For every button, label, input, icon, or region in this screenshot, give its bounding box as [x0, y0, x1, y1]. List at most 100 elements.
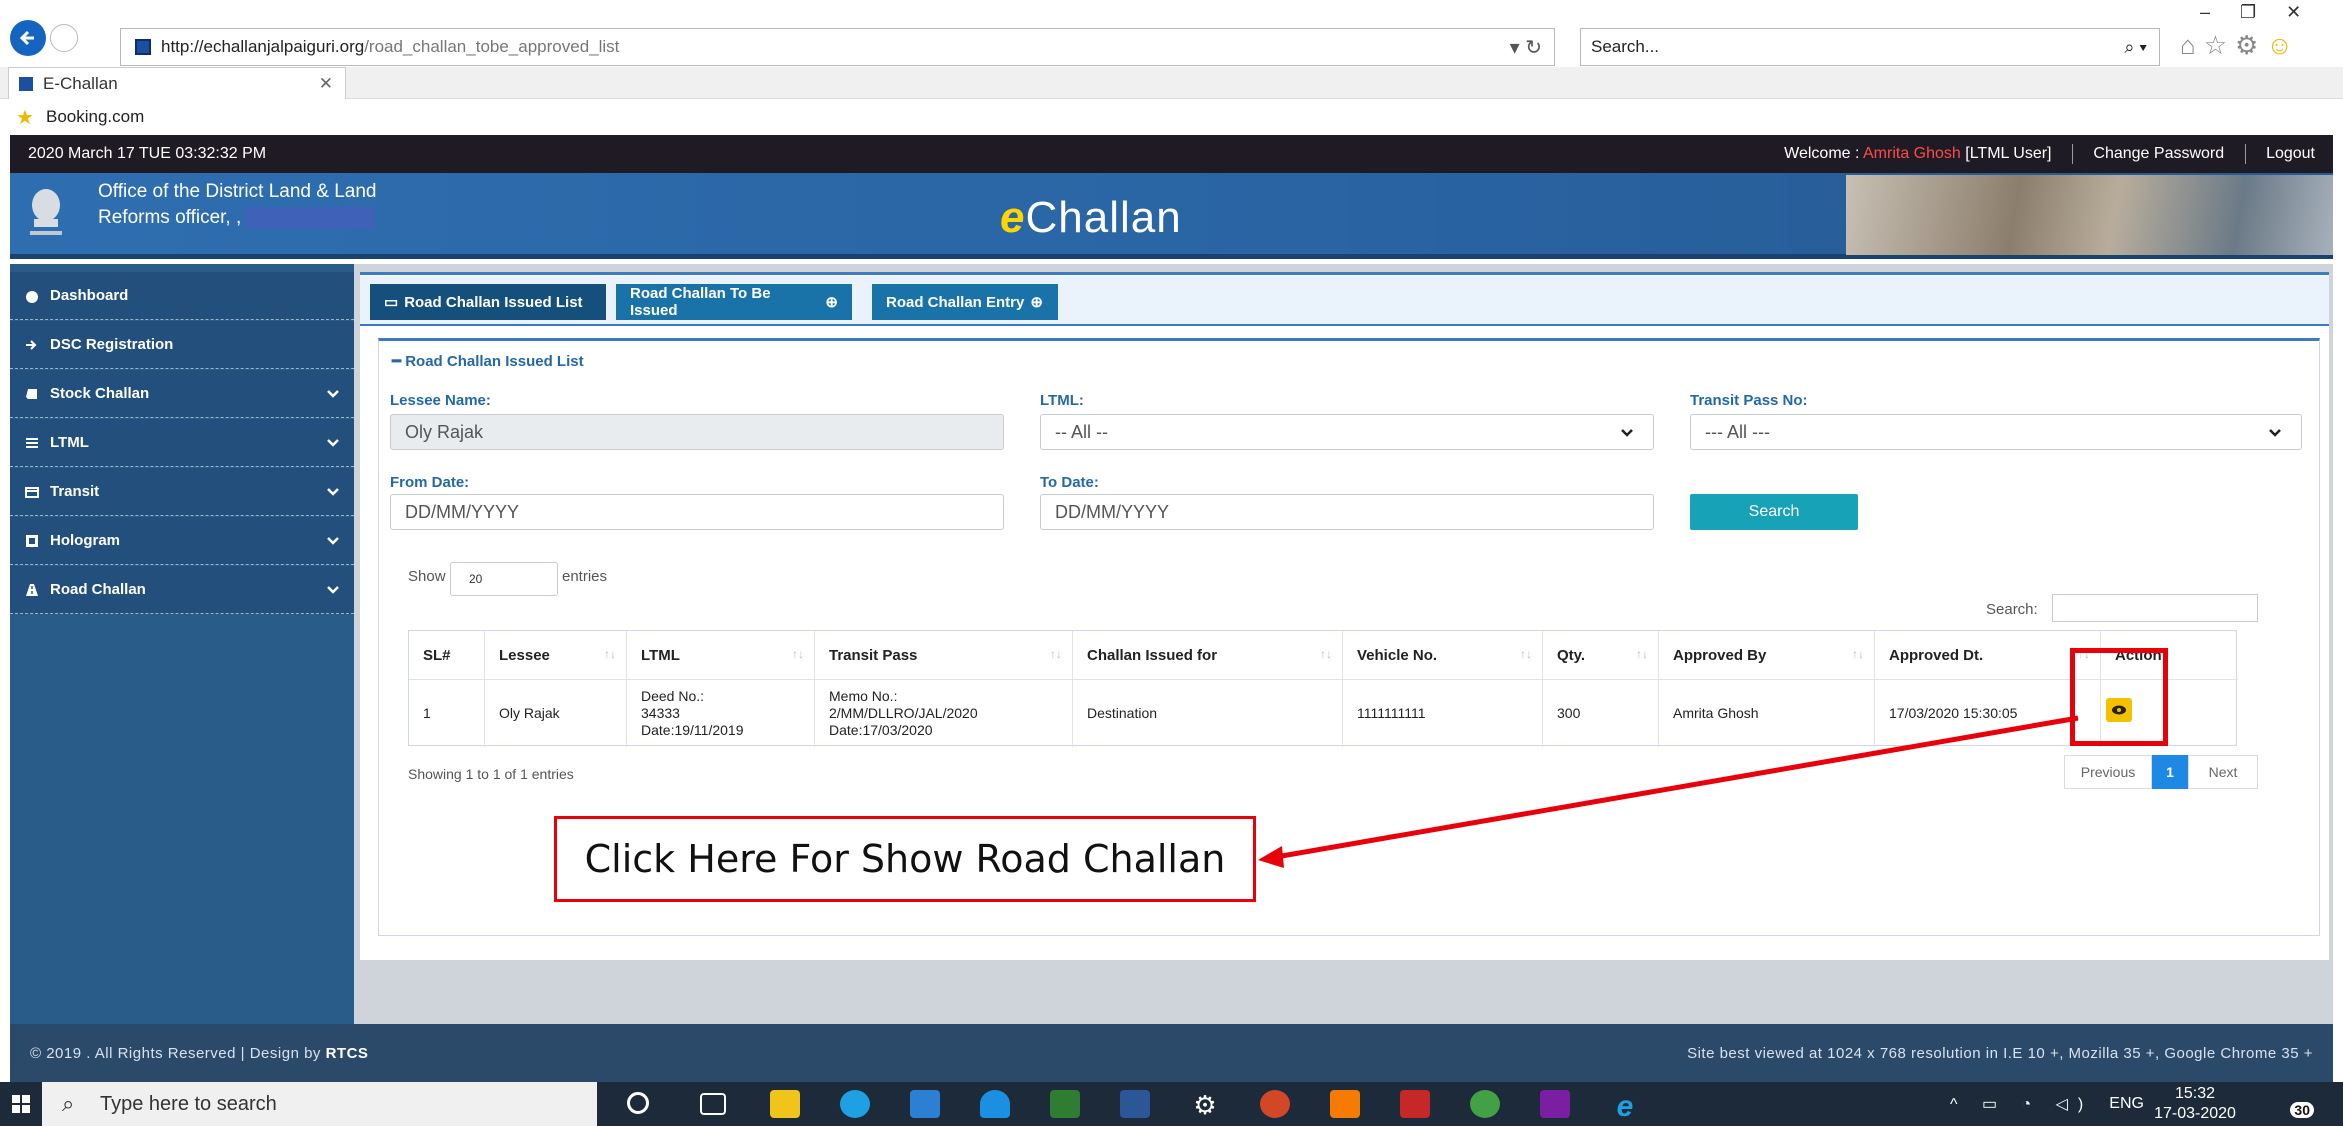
windows-start-button[interactable] [0, 1082, 42, 1126]
road-icon [24, 582, 40, 598]
sidebar-item-label: Transit [50, 483, 100, 500]
file-explorer-icon[interactable] [770, 1090, 800, 1118]
language-indicator[interactable]: ENG [2109, 1095, 2144, 1113]
welcome-text: Welcome : Amrita Ghosh [LTML User] [1784, 145, 2052, 163]
taskbar-search[interactable]: ⌕ Type here to search [42, 1082, 597, 1126]
sidebar-item-transit[interactable]: Transit [10, 468, 354, 516]
previous-page-button[interactable]: Previous [2064, 755, 2152, 789]
sidebar-item-dashboard[interactable]: Dashboard [10, 272, 354, 320]
column-header-approved-by[interactable]: Approved By ↑↓ [1659, 631, 1875, 679]
minimize-icon[interactable]: – [2200, 2, 2240, 22]
entries-label: entries [562, 568, 608, 585]
sidebar-item-stock-challan[interactable]: Stock Challan [10, 370, 354, 418]
to-date-label: To Date: [1040, 474, 1099, 491]
powerpoint-icon[interactable] [1260, 1090, 1290, 1118]
refresh-icon[interactable]: ▾ ↻ [1510, 35, 1542, 60]
search-icon: ⌕ [62, 1091, 75, 1116]
sidebar-item-label: Stock Challan [50, 385, 150, 402]
column-header-vehicle-no[interactable]: Vehicle No. ↑↓ [1343, 631, 1543, 679]
gear-icon[interactable]: ⚙ [2235, 30, 2266, 60]
browser-tab[interactable]: E-Challan ✕ [8, 67, 346, 99]
cell-sl: 1 [409, 679, 485, 747]
edge-icon[interactable] [840, 1090, 870, 1118]
ltml-select[interactable]: -- All -- [1040, 414, 1654, 450]
vscode-icon[interactable] [910, 1090, 940, 1118]
column-header-qty[interactable]: Qty. ↑↓ [1543, 631, 1659, 679]
from-date-input[interactable]: DD/MM/YYYY [390, 494, 1004, 530]
notification-icon[interactable]: 30 [2280, 1090, 2314, 1118]
sidebar-item-label: LTML [50, 434, 89, 451]
tab-close-icon[interactable]: ✕ [319, 74, 333, 94]
tab-road-challan-entry[interactable]: Road Challan Entry ⊕ [872, 284, 1058, 320]
browser-toolbar-icons: ⌂☆⚙☺ [2180, 30, 2301, 61]
winrar-icon[interactable] [1540, 1090, 1570, 1118]
logout-link[interactable]: Logout [2266, 145, 2315, 162]
column-header-transit-pass[interactable]: Transit Pass ↑↓ [815, 631, 1073, 679]
page-length-select[interactable]: 20 [450, 562, 558, 596]
search-button[interactable]: Search [1690, 494, 1858, 530]
list-icon [24, 435, 40, 451]
cell-transit-pass: Memo No.: 2/MM/DLLRO/JAL/2020 Date:17/03/2… [815, 679, 1073, 747]
sidebar-item-dsc-registration[interactable]: DSC Registration [10, 321, 354, 369]
column-header-lessee[interactable]: Lessee ↑↓ [485, 631, 627, 679]
page-1-button[interactable]: 1 [2152, 755, 2188, 789]
address-bar[interactable]: http://echallanjalpaiguri.org /road_chal… [120, 28, 1555, 66]
tab-road-challan-issued-list[interactable]: ▭ Road Challan Issued List [370, 284, 606, 320]
arrow-left-icon [19, 30, 34, 46]
cell-approved-dt: 17/03/2020 15:30:05 [1875, 679, 2101, 747]
app-icon[interactable] [980, 1090, 1010, 1118]
table-search-input[interactable] [2052, 594, 2258, 622]
cell-qty: 300 [1543, 679, 1659, 747]
to-date-input[interactable]: DD/MM/YYYY [1040, 494, 1654, 530]
next-page-button[interactable]: Next [2188, 755, 2258, 789]
user-role: [LTML User] [1960, 145, 2052, 163]
transit-pass-select[interactable]: --- All --- [1690, 414, 2302, 450]
taskbar-clock[interactable]: 15:32 17-03-2020 [2150, 1084, 2240, 1124]
favorites-star-icon: ★ [16, 106, 34, 129]
word-icon[interactable] [1120, 1090, 1150, 1118]
office-line-2: Reforms officer, , [98, 205, 376, 231]
chevron-down-icon [327, 586, 339, 594]
close-icon[interactable]: ✕ [2286, 2, 2331, 22]
sidebar-item-ltml[interactable]: LTML [10, 419, 354, 467]
system-tray: ^ ▭ ◔ ◁) ENG [1950, 1082, 2144, 1126]
cell-challan-issued-for: Destination [1073, 679, 1343, 747]
home-icon[interactable]: ⌂ [2180, 30, 2204, 60]
sort-icon: ↑↓ [1636, 647, 1648, 661]
sort-icon: ↑↓ [1050, 647, 1062, 661]
column-header-ltml[interactable]: LTML ↑↓ [627, 631, 815, 679]
column-header-challan-issued-for[interactable]: Challan Issued for ↑↓ [1073, 631, 1343, 679]
task-view-icon[interactable] [700, 1093, 726, 1115]
mining-photo [1846, 175, 2333, 255]
chevron-down-icon [2269, 429, 2281, 437]
show-label: Show [408, 568, 446, 585]
tray-icons[interactable]: ^ ▭ ◔ ◁) [1950, 1094, 2093, 1114]
cortana-icon[interactable] [627, 1092, 649, 1114]
cell-approved-by: Amrita Ghosh [1659, 679, 1875, 747]
internet-explorer-icon[interactable]: e [1610, 1090, 1640, 1123]
restore-icon[interactable]: ❐ [2240, 2, 2286, 22]
chrome-icon[interactable] [1470, 1090, 1500, 1118]
app3-icon[interactable] [1400, 1090, 1430, 1118]
back-button[interactable] [10, 20, 46, 56]
terminal-icon[interactable] [1050, 1090, 1080, 1118]
column-header-sl[interactable]: SL# [409, 631, 485, 679]
sidebar-item-label: Road Challan [50, 581, 146, 598]
user-name: Amrita Ghosh [1863, 145, 1961, 163]
sidebar-item-road-challan[interactable]: Road Challan [10, 566, 354, 614]
settings-icon[interactable]: ⚙ [1190, 1090, 1220, 1120]
sidebar-item-hologram[interactable]: Hologram [10, 517, 354, 565]
star-icon[interactable]: ☆ [2204, 30, 2235, 60]
section-title[interactable]: ━ Road Challan Issued List [392, 352, 584, 370]
change-password-link[interactable]: Change Password [2093, 145, 2224, 162]
smiley-icon[interactable]: ☺ [2266, 30, 2301, 60]
browser-search-input[interactable]: Search... ⌕ ▾ [1580, 28, 2160, 66]
tab-road-challan-to-be-issued[interactable]: Road Challan To Be Issued ⊕ [616, 284, 852, 320]
column-header-approved-dt[interactable]: Approved Dt. ↑↓ [1875, 631, 2101, 679]
echallan-logo: eChallan [1000, 193, 1182, 242]
ltml-label: LTML: [1040, 392, 1084, 409]
app2-icon[interactable] [1330, 1090, 1360, 1118]
forward-button[interactable] [50, 24, 78, 52]
tab-title: E-Challan [43, 73, 118, 93]
favorite-link[interactable]: Booking.com [46, 107, 144, 127]
